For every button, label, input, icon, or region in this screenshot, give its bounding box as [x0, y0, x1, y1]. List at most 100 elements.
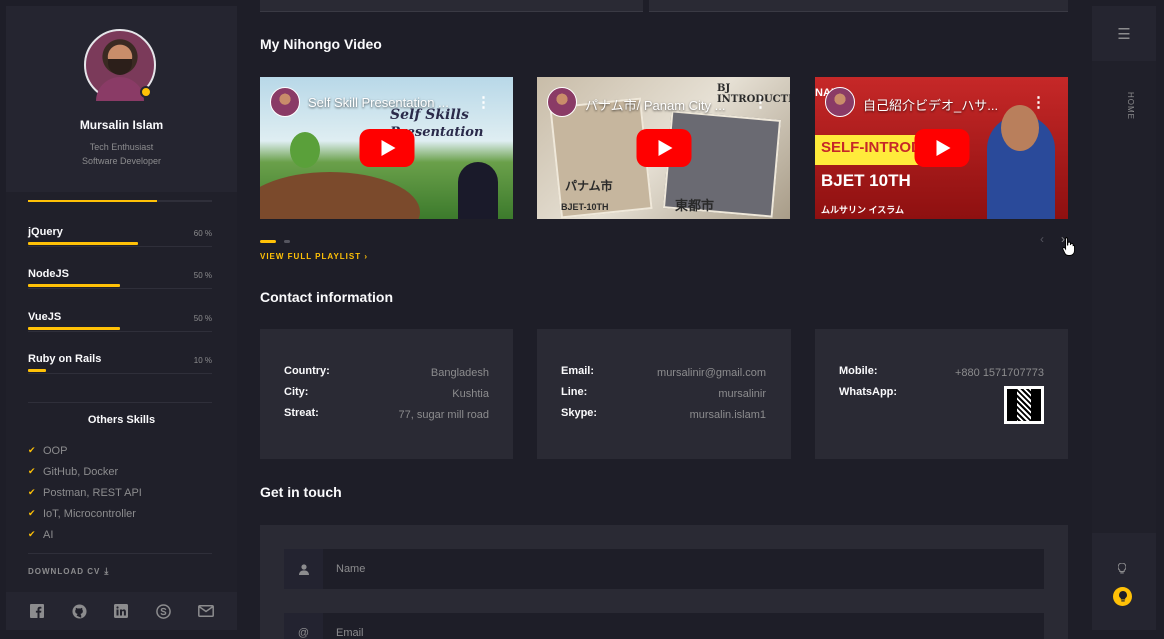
email-input[interactable]: [336, 613, 1036, 639]
check-icon: ✔: [28, 487, 36, 497]
channel-avatar[interactable]: [825, 87, 855, 117]
info-value: mursalin.islam1: [689, 409, 766, 421]
info-label: Line:: [561, 386, 588, 398]
skill-item-vuejs: VueJS 50 %: [28, 311, 212, 351]
profile-name: Mursalin Islam: [79, 118, 164, 132]
info-row: Skype: mursalin.islam1: [561, 407, 766, 427]
skill-percent: 10 %: [193, 356, 212, 365]
left-sidebar: Mursalin Islam Tech Enthusiast Software …: [6, 6, 237, 630]
at-icon: @: [284, 613, 323, 639]
top-cards-edge: [260, 0, 1068, 12]
others-skills-title: Others Skills: [87, 414, 156, 426]
video-title[interactable]: 自己紹介ビデオ_ハサ...: [863, 95, 998, 114]
contact-card-online: Email: mursalinir@gmail.com Line: mursal…: [537, 329, 791, 459]
more-options-icon[interactable]: ⋮: [476, 93, 491, 111]
info-value: +880 1571707773: [954, 367, 1044, 379]
menu-button[interactable]: ☰: [1092, 6, 1156, 61]
skill-progress-bar: [28, 242, 212, 247]
skill-progress-bar: [28, 327, 212, 332]
profile-role-1: Tech Enthusiast: [89, 142, 154, 152]
info-value: Kushtia: [452, 388, 489, 400]
divider: [28, 553, 212, 554]
nav-item-home[interactable]: HOME: [1126, 92, 1135, 120]
list-item: ✔ GitHub, Docker: [28, 465, 119, 478]
check-icon: ✔: [28, 529, 36, 539]
play-button[interactable]: [914, 129, 969, 167]
contact-form: @: [260, 525, 1068, 639]
divider: [28, 402, 212, 403]
skill-name: NodeJS: [28, 268, 69, 280]
mail-icon[interactable]: [197, 603, 214, 619]
skill-name: Ruby on Rails: [28, 353, 102, 365]
list-item: ✔ AI: [28, 528, 54, 541]
video-thumbnail-3[interactable]: SELF-INTRODU BJET 10TH ムルサリン イスラム NAL 自己…: [815, 77, 1068, 219]
skill-percent: 50 %: [193, 271, 212, 280]
info-label: Skype:: [561, 407, 598, 419]
videos-section-title: My Nihongo Video: [260, 36, 382, 52]
info-value: 77, sugar mill road: [398, 409, 490, 421]
online-status-badge: [140, 86, 152, 98]
video-thumbnail-1[interactable]: Self Skills Presentation Self Skill Pres…: [260, 77, 513, 219]
skype-icon[interactable]: [156, 603, 172, 619]
skill-name: jQuery: [28, 226, 63, 238]
info-row: Mobile: +880 1571707773: [839, 365, 1044, 385]
check-icon: ✔: [28, 466, 36, 476]
play-button[interactable]: [636, 129, 691, 167]
hand-cursor-icon: [1062, 237, 1075, 256]
list-item: ✔ IoT, Microcontroller: [28, 507, 136, 520]
carousel-dot-active[interactable]: [260, 240, 276, 243]
carousel-prev-icon[interactable]: ‹: [1040, 232, 1044, 246]
lightbulb-active-icon[interactable]: [1113, 587, 1132, 606]
contact-card-address: Country: Bangladesh City: Kushtia Streat…: [260, 329, 513, 459]
info-label: Streat:: [284, 407, 319, 419]
video-title[interactable]: Self Skill Presentation ...: [308, 95, 449, 110]
skill-progress-bar: [28, 369, 212, 374]
get-in-touch-title: Get in touch: [260, 484, 342, 500]
social-links-bar: [6, 592, 237, 630]
channel-avatar[interactable]: [547, 87, 577, 117]
info-label: Mobile:: [839, 365, 878, 377]
github-icon[interactable]: [71, 603, 87, 619]
download-cv-link[interactable]: DOWNLOAD CV ⤓: [28, 566, 109, 577]
info-value[interactable]: mursalinir@gmail.com: [657, 367, 766, 379]
view-full-playlist-link[interactable]: VIEW FULL PLAYLIST ›: [260, 252, 368, 261]
skill-percent: 60 %: [193, 229, 212, 238]
play-button[interactable]: [359, 129, 414, 167]
linkedin-icon[interactable]: [113, 603, 129, 619]
skill-item-ruby-on-rails: Ruby on Rails 10 %: [28, 353, 212, 393]
skill-item-jquery: jQuery 60 %: [28, 226, 212, 266]
more-options-icon[interactable]: ⋮: [1031, 93, 1046, 111]
contact-section-title: Contact information: [260, 289, 393, 305]
info-label: Email:: [561, 365, 595, 377]
list-item: ✔ Postman, REST API: [28, 486, 142, 499]
more-options-icon[interactable]: ⋮: [753, 93, 768, 111]
info-label: Country:: [284, 365, 330, 377]
facebook-icon[interactable]: [29, 603, 45, 619]
lightbulb-icon[interactable]: [1114, 560, 1130, 576]
carousel-dot[interactable]: [284, 240, 290, 243]
skill-name: VueJS: [28, 311, 62, 323]
name-input[interactable]: [336, 549, 1036, 589]
info-row: Line: mursalinir: [561, 386, 766, 406]
video-title[interactable]: パナム市/ Panam City ...: [585, 95, 725, 114]
info-value: Bangladesh: [430, 367, 489, 379]
hamburger-icon: ☰: [1117, 25, 1131, 43]
download-icon: ⤓: [104, 566, 110, 576]
contact-card-phone: Mobile: +880 1571707773 WhatsApp:: [815, 329, 1068, 459]
profile-role-2: Software Developer: [81, 156, 162, 166]
info-row: Email: mursalinir@gmail.com: [561, 365, 766, 385]
info-row: Country: Bangladesh: [284, 365, 489, 385]
email-field: @: [284, 613, 1044, 639]
info-row: Streat: 77, sugar mill road: [284, 407, 489, 427]
video-thumbnail-2[interactable]: BJ INTRODUCTION 東都市 パナム市 BJET-10TH パナム市/…: [537, 77, 790, 219]
app-frame: Mursalin Islam Tech Enthusiast Software …: [0, 0, 1164, 639]
whatsapp-qr-code: [1004, 386, 1044, 424]
channel-avatar[interactable]: [270, 87, 300, 117]
user-icon: [284, 549, 323, 589]
info-row: City: Kushtia: [284, 386, 489, 406]
name-field: [284, 549, 1044, 589]
info-label: WhatsApp:: [839, 386, 898, 398]
check-icon: ✔: [28, 508, 36, 518]
skill-percent: 50 %: [193, 314, 212, 323]
main-content: My Nihongo Video Self Skills Presentatio…: [237, 0, 1092, 639]
